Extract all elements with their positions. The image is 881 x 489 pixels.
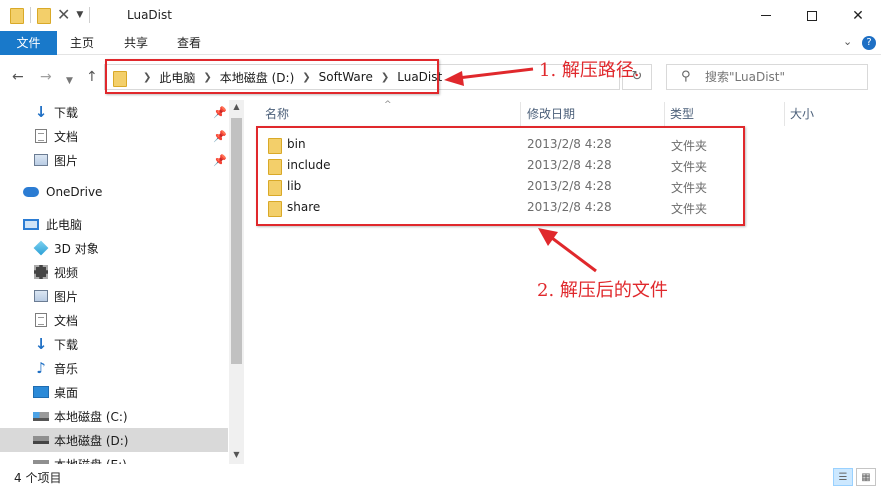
nav-item-label: 音乐 xyxy=(54,361,79,376)
forward-arrow-icon[interactable]: → xyxy=(40,69,52,85)
tab-home[interactable]: 主页 xyxy=(58,31,106,55)
item-count: 4 个项目 xyxy=(14,471,62,485)
document-icon xyxy=(33,312,49,328)
path-highlight-box xyxy=(105,59,439,94)
nav-item-documents[interactable]: 文档 xyxy=(0,308,228,332)
document-icon xyxy=(33,128,49,144)
recent-locations-chevron-icon[interactable]: ▼ xyxy=(66,73,73,89)
drive-icon xyxy=(33,408,49,424)
navigation-pane: ↓ 下载 📌 文档 📌 图片 📌 OneDrive 此电脑 3D 对象 视频 图… xyxy=(0,100,244,464)
nav-item-videos[interactable]: 视频 xyxy=(0,260,228,284)
navigation-scrollbar[interactable]: ▲ ▼ xyxy=(229,100,244,464)
status-bar: 4 个项目 ☰ ▦ xyxy=(0,464,881,489)
pin-icon[interactable]: 📌 xyxy=(213,154,227,167)
column-divider[interactable] xyxy=(784,102,785,126)
search-input[interactable] xyxy=(705,65,865,89)
sort-ascending-caret-icon: ^ xyxy=(384,100,392,110)
close-button[interactable]: ✕ xyxy=(835,0,881,31)
toolbar-divider xyxy=(30,7,31,23)
column-header-date[interactable]: 修改日期 xyxy=(527,105,575,122)
nav-item-downloads-quick[interactable]: ↓ 下载 📌 xyxy=(0,100,228,124)
large-icons-view-icon[interactable]: ▦ xyxy=(856,468,876,486)
column-divider[interactable] xyxy=(664,102,665,126)
customize-toolbar-chevron-icon[interactable]: ▼ xyxy=(76,10,83,20)
nav-item-pictures[interactable]: 图片 xyxy=(0,284,228,308)
nav-item-downloads[interactable]: ↓ 下载 xyxy=(0,332,228,356)
picture-icon xyxy=(33,288,49,304)
window-title: LuaDist xyxy=(127,8,172,22)
nav-item-label: 图片 xyxy=(54,153,79,168)
onedrive-cloud-icon xyxy=(23,184,39,200)
ribbon-tabs: 文件 主页 共享 查看 ⌄ ? xyxy=(0,31,881,55)
download-icon: ↓ xyxy=(34,335,48,353)
folder-icon xyxy=(10,7,24,24)
column-divider[interactable] xyxy=(520,102,521,126)
tab-view[interactable]: 查看 xyxy=(165,31,213,55)
nav-item-label: 3D 对象 xyxy=(54,241,99,256)
picture-icon xyxy=(33,152,49,168)
scroll-down-arrow-icon[interactable]: ▼ xyxy=(229,450,244,459)
nav-item-drive-d[interactable]: 本地磁盘 (D:) xyxy=(0,428,228,452)
scrollbar-thumb[interactable] xyxy=(231,118,242,364)
maximize-icon xyxy=(807,10,817,21)
files-annotation: 2. 解压后的文件 xyxy=(537,280,668,301)
nav-item-documents-quick[interactable]: 文档 📌 xyxy=(0,124,228,148)
nav-item-label: 此电脑 xyxy=(46,217,83,232)
path-annotation: 1. 解压路径. xyxy=(539,60,640,81)
column-header-size[interactable]: 大小 xyxy=(790,105,814,122)
video-icon xyxy=(33,264,49,280)
nav-item-label: 视频 xyxy=(54,265,79,280)
desktop-icon xyxy=(33,384,49,400)
pin-icon[interactable]: 📌 xyxy=(213,106,227,119)
nav-item-this-pc[interactable]: 此电脑 xyxy=(0,212,228,236)
search-box[interactable]: ⚲ xyxy=(666,64,868,90)
nav-item-label: 本地磁盘 (D:) xyxy=(54,433,129,448)
nav-item-label: 下载 xyxy=(54,105,79,120)
nav-item-drive-c[interactable]: 本地磁盘 (C:) xyxy=(0,404,228,428)
details-view-icon[interactable]: ☰ xyxy=(833,468,853,486)
title-bar: ✕ ▼ LuaDist ✕ xyxy=(0,0,881,31)
music-icon: ♪ xyxy=(36,359,46,377)
maximize-button[interactable] xyxy=(789,0,835,31)
column-header-type[interactable]: 类型 xyxy=(670,105,694,122)
nav-item-label: 下载 xyxy=(54,337,79,352)
quick-access-toolbar: ✕ ▼ xyxy=(10,7,91,24)
help-icon[interactable]: ? xyxy=(862,36,876,50)
files-highlight-box xyxy=(256,126,745,226)
nav-item-3d-objects[interactable]: 3D 对象 xyxy=(0,236,228,260)
nav-item-drive-e[interactable]: 本地磁盘 (E:) xyxy=(0,452,228,464)
nav-item-pictures-quick[interactable]: 图片 📌 xyxy=(0,148,228,172)
tab-file[interactable]: 文件 xyxy=(0,31,57,55)
pin-icon[interactable]: 📌 xyxy=(213,130,227,143)
column-header-name[interactable]: 名称 xyxy=(265,105,289,122)
scroll-up-arrow-icon[interactable]: ▲ xyxy=(229,102,244,111)
close-icon: ✕ xyxy=(852,7,864,24)
download-icon: ↓ xyxy=(34,103,48,121)
nav-item-label: 本地磁盘 (C:) xyxy=(54,409,128,424)
nav-item-label: 桌面 xyxy=(54,385,79,400)
new-folder-icon[interactable] xyxy=(37,7,51,24)
nav-item-label: 文档 xyxy=(54,129,79,144)
drive-icon xyxy=(33,432,49,448)
nav-item-label: 本地磁盘 (E:) xyxy=(54,456,127,465)
3d-objects-icon xyxy=(33,240,49,256)
up-arrow-icon[interactable]: ↑ xyxy=(86,69,98,85)
delete-icon[interactable]: ✕ xyxy=(57,7,70,23)
nav-item-onedrive[interactable]: OneDrive xyxy=(0,180,228,204)
nav-item-label: OneDrive xyxy=(46,185,103,199)
drive-icon xyxy=(33,456,49,464)
back-arrow-icon[interactable]: ← xyxy=(12,69,24,85)
search-icon: ⚲ xyxy=(681,69,691,84)
nav-item-music[interactable]: ♪ 音乐 xyxy=(0,356,228,380)
minimize-icon xyxy=(761,15,771,16)
expand-ribbon-chevron-icon[interactable]: ⌄ xyxy=(843,35,852,48)
nav-item-label: 图片 xyxy=(54,289,79,304)
computer-icon xyxy=(23,216,39,232)
nav-item-label: 文档 xyxy=(54,313,79,328)
nav-item-desktop[interactable]: 桌面 xyxy=(0,380,228,404)
minimize-button[interactable] xyxy=(743,0,789,31)
tab-share[interactable]: 共享 xyxy=(112,31,160,55)
toolbar-divider xyxy=(89,7,91,23)
